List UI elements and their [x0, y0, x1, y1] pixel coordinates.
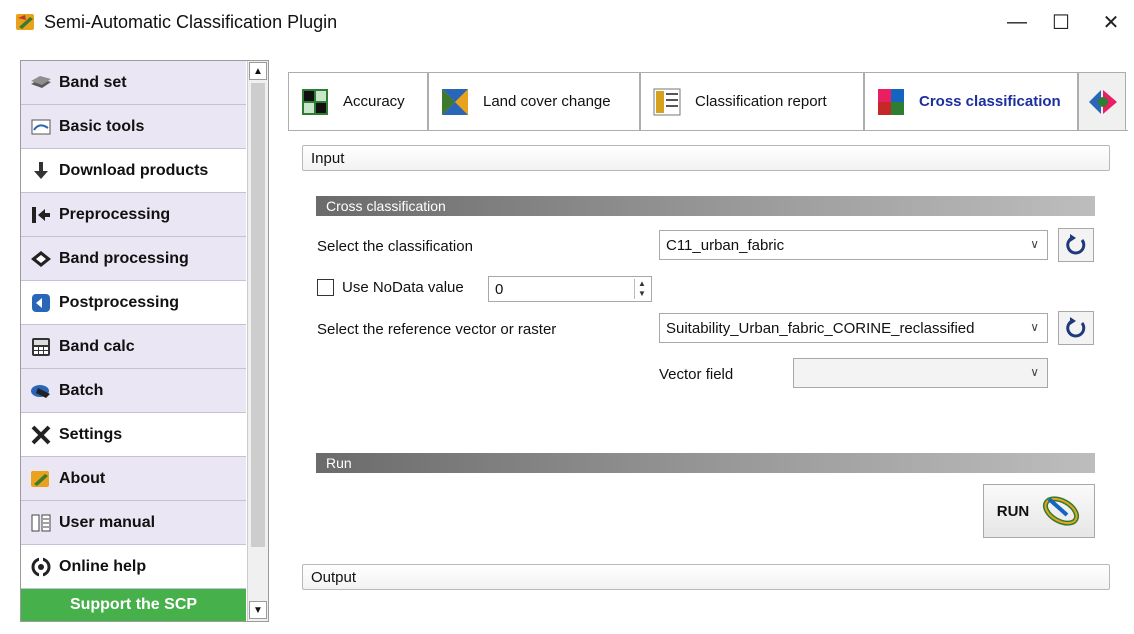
classification-select[interactable]: C11_urban_fabric ∨	[659, 230, 1048, 260]
tab-divider	[288, 130, 1128, 131]
nodata-checkbox[interactable]	[317, 279, 334, 296]
tab-accuracy[interactable]: Accuracy	[288, 72, 428, 130]
spin-arrows-icon[interactable]: ▲ ▼	[634, 279, 649, 299]
run-section-bar: Run	[316, 453, 1095, 473]
land-cover-change-icon	[442, 88, 468, 115]
plugin-app-icon	[16, 14, 34, 30]
accuracy-icon	[302, 88, 328, 115]
tab-scroll-more[interactable]	[1078, 72, 1126, 130]
scroll-down-icon[interactable]: ▼	[249, 601, 267, 619]
sidebar-item-label: Basic tools	[59, 117, 145, 135]
reference-select-value: Suitability_Urban_fabric_CORINE_reclassi…	[666, 319, 975, 337]
cross-classification-section-bar: Cross classification	[316, 196, 1095, 216]
sidebar-item-label: User manual	[59, 513, 156, 531]
support-scp-button[interactable]: Support the SCP	[21, 589, 246, 621]
run-button[interactable]: RUN	[983, 484, 1095, 538]
refresh-icon	[1066, 234, 1086, 255]
about-icon	[29, 468, 53, 490]
scroll-up-icon[interactable]: ▲	[249, 62, 267, 80]
title-bar: Semi-Automatic Classification Plugin — ☐…	[0, 0, 1134, 46]
cross-classification-icon	[878, 88, 904, 115]
maximize-button[interactable]: ☐	[1040, 6, 1082, 38]
sidebar-item-user-manual[interactable]: User manual	[21, 501, 246, 545]
sidebar-item-preprocessing[interactable]: Preprocessing	[21, 193, 246, 237]
band-set-icon	[29, 72, 53, 94]
sidebar-item-label: Preprocessing	[59, 205, 171, 223]
band-processing-icon	[29, 248, 53, 270]
batch-icon	[29, 380, 53, 402]
refresh-icon	[1066, 317, 1086, 338]
input-group-box[interactable]: Input	[302, 145, 1110, 171]
sidebar-item-settings[interactable]: Settings	[21, 413, 246, 457]
classification-report-icon	[653, 88, 681, 115]
tab-label: Land cover change	[483, 93, 611, 110]
tab-classification-report[interactable]: Classification report	[640, 72, 864, 130]
vector-field-select[interactable]: ∨	[793, 358, 1048, 388]
online-help-icon	[29, 556, 53, 578]
sidebar-item-label: Settings	[59, 425, 123, 443]
reference-select[interactable]: Suitability_Urban_fabric_CORINE_reclassi…	[659, 313, 1048, 343]
band-calc-icon	[29, 336, 53, 358]
refresh-classification-button[interactable]	[1058, 228, 1094, 262]
chevron-down-icon: ∨	[1030, 237, 1039, 251]
nodata-value-spinbox[interactable]: 0 ▲ ▼	[488, 276, 652, 302]
nodata-value: 0	[495, 280, 504, 298]
nodata-label: Use NoData value	[342, 279, 464, 296]
sidebar-item-band-processing[interactable]: Band processing	[21, 237, 246, 281]
tab-next-icon	[1089, 89, 1117, 114]
output-group-box[interactable]: Output	[302, 564, 1110, 590]
run-label: RUN	[996, 502, 1030, 520]
tab-cross-classification[interactable]: Cross classification	[864, 72, 1078, 130]
download-icon	[29, 160, 53, 182]
sidebar-item-basic-tools[interactable]: Basic tools	[21, 105, 246, 149]
classification-select-value: C11_urban_fabric	[666, 236, 785, 254]
sidebar-item-about[interactable]: About	[21, 457, 246, 501]
sidebar-scrollbar[interactable]: ▲ ▼	[247, 61, 268, 621]
preprocessing-icon	[29, 204, 53, 226]
chevron-down-icon: ∨	[1030, 320, 1039, 334]
sidebar-item-batch[interactable]: Batch	[21, 369, 246, 413]
close-button[interactable]: ✕	[1090, 6, 1132, 38]
minimize-button[interactable]: —	[996, 6, 1038, 38]
tab-bar: Accuracy Land cover change Classificatio…	[288, 72, 1126, 132]
sidebar-item-online-help[interactable]: Online help	[21, 545, 246, 589]
window-title: Semi-Automatic Classification Plugin	[44, 12, 338, 32]
sidebar-item-label: Download products	[59, 161, 209, 179]
chevron-down-icon: ∨	[1030, 365, 1039, 379]
sidebar-item-label: About	[59, 469, 106, 487]
scrollbar-thumb[interactable]	[251, 83, 265, 547]
classification-label: Select the classification	[317, 238, 473, 255]
user-manual-icon	[29, 512, 53, 534]
tab-label: Classification report	[695, 93, 827, 110]
postprocessing-icon	[29, 292, 53, 314]
tab-label: Accuracy	[343, 93, 405, 110]
sidebar: Band set Basic tools Download products P…	[20, 60, 269, 622]
settings-icon	[29, 424, 53, 446]
sidebar-item-label: Online help	[59, 557, 147, 575]
tab-land-cover-change[interactable]: Land cover change	[428, 72, 640, 130]
vector-field-label: Vector field	[659, 366, 734, 383]
sidebar-item-label: Band calc	[59, 337, 135, 355]
sidebar-item-label: Batch	[59, 381, 104, 399]
sidebar-item-band-calc[interactable]: Band calc	[21, 325, 246, 369]
sidebar-item-download-products[interactable]: Download products	[21, 149, 246, 193]
sidebar-item-label: Band processing	[59, 249, 189, 267]
sidebar-item-band-set[interactable]: Band set	[21, 61, 246, 105]
refresh-reference-button[interactable]	[1058, 311, 1094, 345]
sidebar-item-label: Postprocessing	[59, 293, 180, 311]
sidebar-item-postprocessing[interactable]: Postprocessing	[21, 281, 246, 325]
tab-label: Cross classification	[919, 93, 1061, 110]
reference-label: Select the reference vector or raster	[317, 321, 557, 338]
run-satellite-icon	[1043, 496, 1080, 526]
sidebar-item-label: Band set	[59, 73, 127, 91]
basic-tools-icon	[29, 116, 53, 138]
